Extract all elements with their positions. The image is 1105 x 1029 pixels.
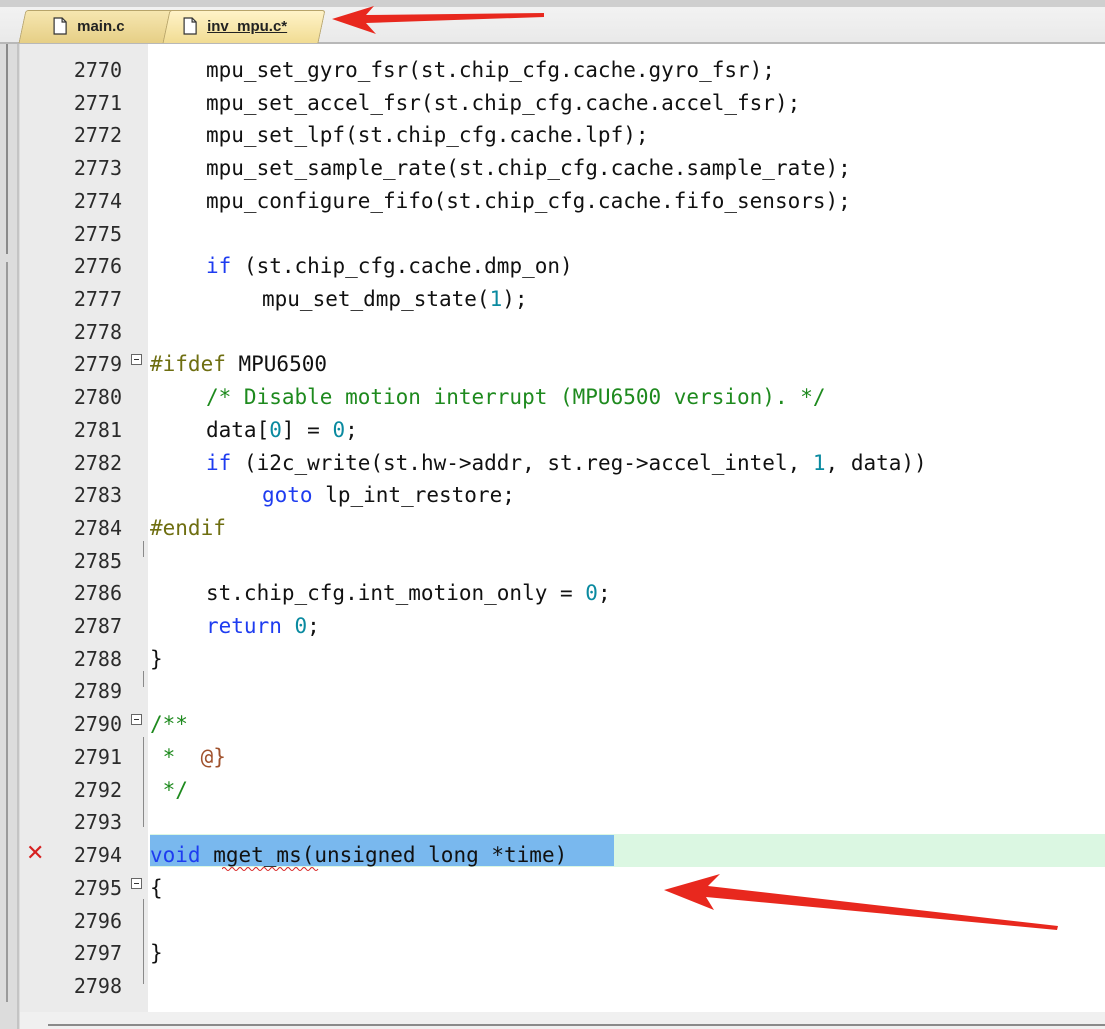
line-number: 2789 [73,679,122,703]
line-number: 2772 [73,123,122,147]
code-line[interactable]: 2786 st.chip_cfg.int_motion_only = 0; [20,575,1105,608]
code-line[interactable]: 2783 goto lp_int_restore; [20,477,1105,510]
code-line[interactable]: 2772 mpu_set_lpf(st.chip_cfg.cache.lpf); [20,117,1105,150]
code-line[interactable]: 2770 mpu_set_gyro_fsr(st.chip_cfg.cache.… [20,52,1105,85]
code-line[interactable]: 2788 } [20,641,1105,674]
annotation-arrow [332,6,544,34]
code-comment: /** [150,712,188,736]
code-text: mpu_configure_fifo(st.chip_cfg.cache.fif… [206,189,851,213]
code-text: } [150,941,163,965]
code-comment: * @} [150,745,226,769]
code-line[interactable]: 2775 [20,216,1105,249]
code-text: mpu_set_dmp_state(1); [262,287,528,311]
code-line[interactable]: 2798 [20,968,1105,1001]
code-text: void mget_ms(unsigned long *time) [150,843,568,867]
line-number: 2793 [73,810,122,834]
code-text: mpu_set_lpf(st.chip_cfg.cache.lpf); [206,123,649,147]
code-text: { [150,876,163,900]
line-number: 2798 [73,974,122,998]
line-number: 2773 [73,156,122,180]
code-text: mpu_set_accel_fsr(st.chip_cfg.cache.acce… [206,91,801,115]
left-frame [0,0,20,1029]
line-number: 2781 [73,418,122,442]
line-number: 2794 [73,843,122,867]
code-line[interactable]: 2784 #endif [20,510,1105,543]
code-line[interactable]: 2779 #ifdef MPU6500 [20,346,1105,379]
tab-inv-mpu-c[interactable]: inv_mpu.c* [162,10,326,43]
line-number: 2774 [73,189,122,213]
line-number: 2784 [73,516,122,540]
line-number: 2779 [73,352,122,376]
code-line[interactable]: 2781 data[0] = 0; [20,412,1105,445]
code-line[interactable]: 2773 mpu_set_sample_rate(st.chip_cfg.cac… [20,150,1105,183]
code-text: return 0; [206,614,320,638]
code-line[interactable]: 2777 mpu_set_dmp_state(1); [20,281,1105,314]
code-line[interactable]: 2776 if (st.chip_cfg.cache.dmp_on) [20,248,1105,281]
line-number: 2776 [73,254,122,278]
line-number: 2782 [73,451,122,475]
code-line[interactable]: 2787 return 0; [20,608,1105,641]
tab-label: main.c [77,17,125,35]
code-line[interactable]: 2778 [20,314,1105,347]
horizontal-scrollbar[interactable] [20,1012,1105,1029]
code-text: #ifdef MPU6500 [150,352,328,376]
line-number: 2791 [73,745,122,769]
error-x-icon[interactable]: ✕ [26,841,44,866]
file-icon [53,17,67,35]
code-text: goto lp_int_restore; [262,483,515,507]
code-text: #endif [150,516,226,540]
line-number: 2792 [73,778,122,802]
code-line[interactable]: 2791 * @} [20,739,1105,772]
code-line[interactable]: 2780 /* Disable motion interrupt (MPU650… [20,379,1105,412]
code-line[interactable]: 2789 [20,673,1105,706]
code-text: st.chip_cfg.int_motion_only = 0; [206,581,611,605]
file-icon [183,17,197,35]
line-number: 2785 [73,549,122,573]
line-number: 2796 [73,909,122,933]
tab-bar: main.c inv_mpu.c* [0,0,1105,44]
code-text: data[0] = 0; [206,418,358,442]
line-number: 2783 [73,483,122,507]
line-number: 2770 [73,58,122,82]
code-text: mpu_set_sample_rate(st.chip_cfg.cache.sa… [206,156,851,180]
line-number: 2797 [73,941,122,965]
code-line-error[interactable]: ✕ 2794 void mget_ms(unsigned long *time) [20,837,1105,870]
line-number: 2795 [73,876,122,900]
fold-collapse-icon[interactable] [131,878,142,889]
line-number: 2775 [73,222,122,246]
code-comment: /* Disable motion interrupt (MPU6500 ver… [206,385,826,409]
code-text: if (st.chip_cfg.cache.dmp_on) [206,254,573,278]
tab-main-c[interactable]: main.c [18,10,176,43]
code-line[interactable]: 2774 mpu_configure_fifo(st.chip_cfg.cach… [20,183,1105,216]
line-number: 2787 [73,614,122,638]
line-number: 2778 [73,320,122,344]
code-text: } [150,647,163,671]
annotation-arrow [664,874,1058,930]
code-line[interactable]: 2797 } [20,935,1105,968]
line-number: 2786 [73,581,122,605]
code-line[interactable]: 2782 if (i2c_write(st.hw->addr, st.reg->… [20,445,1105,478]
line-number: 2771 [73,91,122,115]
line-number: 2790 [73,712,122,736]
code-text: if (i2c_write(st.hw->addr, st.reg->accel… [206,451,927,475]
code-comment: */ [150,778,188,802]
code-line[interactable]: 2771 mpu_set_accel_fsr(st.chip_cfg.cache… [20,85,1105,118]
code-line[interactable]: 2785 [20,543,1105,576]
code-line[interactable]: 2792 */ [20,772,1105,805]
fold-collapse-icon[interactable] [131,354,142,365]
line-number: 2777 [73,287,122,311]
line-number: 2788 [73,647,122,671]
code-text: mpu_set_gyro_fsr(st.chip_cfg.cache.gyro_… [206,58,775,82]
code-line[interactable]: 2790 /** [20,706,1105,739]
fold-collapse-icon[interactable] [131,714,142,725]
code-line[interactable]: 2793 [20,804,1105,837]
tab-label: inv_mpu.c* [207,17,288,35]
line-number: 2780 [73,385,122,409]
code-editor[interactable]: 2770 mpu_set_gyro_fsr(st.chip_cfg.cache.… [20,44,1105,1012]
